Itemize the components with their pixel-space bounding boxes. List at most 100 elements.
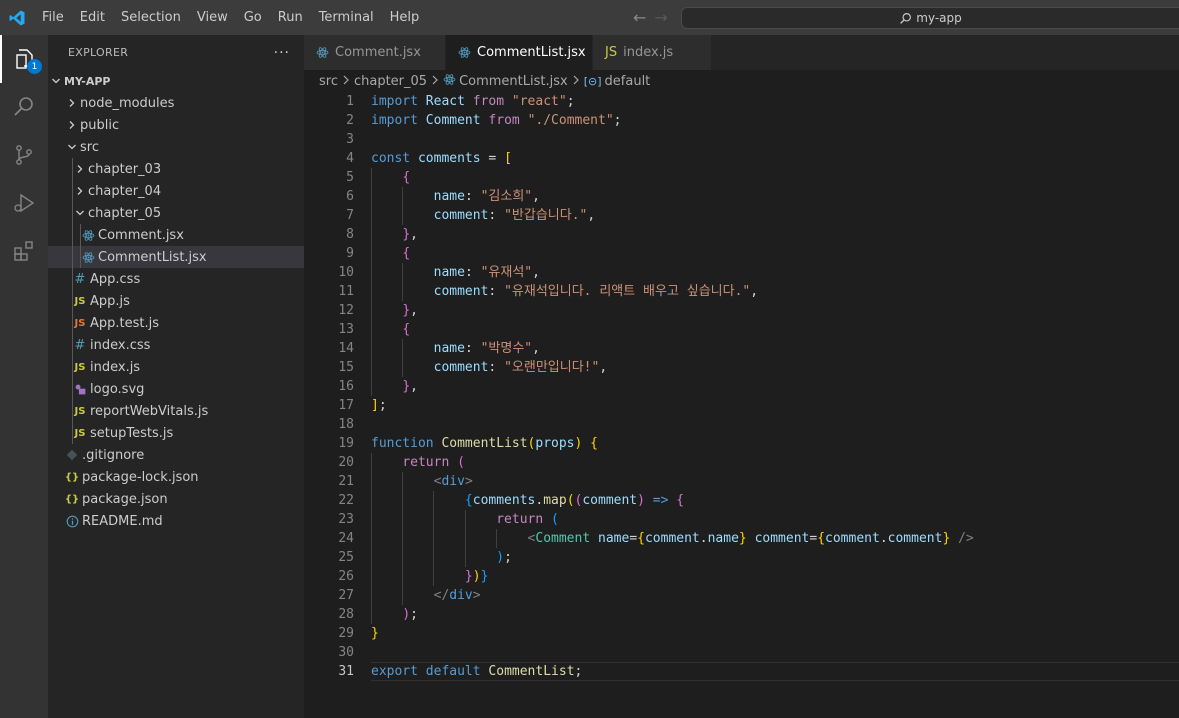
tree-item--gitignore[interactable]: .gitignore — [48, 444, 304, 466]
code-line[interactable]: return ( — [371, 453, 1179, 472]
tree-item-logo-svg[interactable]: logo.svg — [48, 378, 304, 400]
tree-item-reportwebvitals-js[interactable]: JS reportWebVitals.js — [48, 400, 304, 422]
breadcrumb-item[interactable]: src — [319, 74, 338, 89]
tree-item-package-lock-json[interactable]: {} package-lock.json — [48, 466, 304, 488]
code-line[interactable]: comment: "오랜만입니다!", — [371, 358, 1179, 377]
tree-item-node-modules[interactable]: node_modules — [48, 92, 304, 114]
tree-item-chapter-05[interactable]: chapter_05 — [48, 202, 304, 224]
menu-selection[interactable]: Selection — [113, 0, 189, 35]
command-center-search[interactable]: my-app — [681, 7, 1179, 29]
code-line[interactable]: ]; — [371, 396, 1179, 415]
tree-item-commentlist-jsx[interactable]: CommentList.jsx — [48, 246, 304, 268]
chevron-down-icon — [48, 76, 64, 86]
code-line[interactable]: <Comment name={comment.name} comment={co… — [371, 529, 1179, 548]
code-line[interactable]: ); — [371, 605, 1179, 624]
code-token: , — [532, 189, 540, 204]
code-line[interactable]: const comments = [ — [371, 149, 1179, 168]
code-token: ; — [410, 607, 418, 622]
menu-file[interactable]: File — [34, 0, 72, 35]
tree-item-setuptests-js[interactable]: JS setupTests.js — [48, 422, 304, 444]
code-line[interactable]: import React from "react"; — [371, 92, 1179, 111]
breadcrumb-item[interactable]: chapter_05 — [354, 74, 427, 89]
tree-item-src[interactable]: src — [48, 136, 304, 158]
indent-guide — [402, 586, 404, 605]
code-line[interactable]: comment: "반갑습니다.", — [371, 206, 1179, 225]
code-area[interactable]: import React from "react"; import Comment… — [371, 92, 1179, 681]
tree-item-app-test-js[interactable]: JS App.test.js — [48, 312, 304, 334]
code-line[interactable]: name: "박명수", — [371, 339, 1179, 358]
code-line[interactable]: name: "유재석", — [371, 263, 1179, 282]
code-token: { — [402, 170, 411, 185]
code-line[interactable]: comment: "유재석입니다. 리액트 배우고 싶습니다.", — [371, 282, 1179, 301]
tree-item-package-json[interactable]: {} package.json — [48, 488, 304, 510]
tree-item-chapter-04[interactable]: chapter_04 — [48, 180, 304, 202]
indent-guide — [495, 529, 497, 548]
tree-item-label: logo.svg — [90, 381, 145, 397]
code-line[interactable]: } — [371, 624, 1179, 643]
indent-guide — [371, 187, 372, 206]
code-line[interactable]: export default CommentList; — [371, 662, 1179, 681]
code-editor[interactable]: 1 2 3 4 5 6 7 8 9 10 11 12 13 14 15 16 17 18 19 20 21 22 23 24 2… — [304, 92, 1179, 718]
tab-index-js[interactable]: JS index.js — [593, 35, 712, 70]
tab-comment-jsx[interactable]: Comment.jsx — [304, 35, 446, 70]
more-actions-icon[interactable]: ··· — [274, 45, 290, 61]
code-line[interactable]: {comments.map((comment) => { — [371, 491, 1179, 510]
source-control-activity[interactable] — [0, 131, 48, 179]
tree-item-index-js[interactable]: JS index.js — [48, 356, 304, 378]
code-line[interactable]: function CommentList(props) { — [371, 434, 1179, 453]
tree-item-label: chapter_04 — [88, 183, 162, 199]
code-line[interactable]: { — [371, 244, 1179, 263]
breadcrumb-item[interactable]: CommentList.jsx — [459, 74, 568, 89]
line-number: 21 — [338, 474, 354, 489]
code-line[interactable]: import Comment from "./Comment"; — [371, 111, 1179, 130]
tree-item-index-css[interactable]: # index.css — [48, 334, 304, 356]
tree-item-chapter-03[interactable]: chapter_03 — [48, 158, 304, 180]
indent-guide — [402, 491, 404, 510]
code-line[interactable]: }, — [371, 301, 1179, 320]
tree-item-public[interactable]: public — [48, 114, 304, 136]
menu-terminal[interactable]: Terminal — [311, 0, 382, 35]
tree-item-readme-md[interactable]: README.md — [48, 510, 304, 532]
search-activity[interactable] — [0, 83, 48, 131]
indent-guide — [72, 180, 73, 202]
code-token: , — [410, 303, 418, 318]
tree-item-label: chapter_03 — [88, 161, 162, 177]
line-number: 13 — [338, 322, 354, 337]
breadcrumb-item[interactable]: default — [605, 74, 651, 89]
code-line[interactable]: }, — [371, 377, 1179, 396]
code-line[interactable]: <div> — [371, 472, 1179, 491]
code-line[interactable]: name: "김소희", — [371, 187, 1179, 206]
tree-item-app-css[interactable]: # App.css — [48, 268, 304, 290]
code-line[interactable]: ); — [371, 548, 1179, 567]
run-debug-activity[interactable] — [0, 179, 48, 227]
code-line[interactable] — [371, 415, 1179, 434]
menu-view[interactable]: View — [189, 0, 236, 35]
code-line[interactable]: </div> — [371, 586, 1179, 605]
code-line[interactable]: { — [371, 168, 1179, 187]
code-line[interactable]: }, — [371, 225, 1179, 244]
tab-commentlist-jsx[interactable]: CommentList.jsx — [446, 35, 593, 70]
code-token: comments — [472, 493, 536, 508]
chevron-right-icon — [72, 186, 88, 196]
tree-item-comment-jsx[interactable]: Comment.jsx — [48, 224, 304, 246]
back-arrow-icon[interactable]: ← — [633, 8, 646, 27]
extensions-activity[interactable] — [0, 227, 48, 275]
menu-edit[interactable]: Edit — [72, 0, 113, 35]
code-token: > — [472, 588, 481, 603]
explorer-activity[interactable]: 1 — [0, 35, 48, 83]
code-line[interactable] — [371, 643, 1179, 662]
code-line[interactable]: })} — [371, 567, 1179, 586]
code-line[interactable]: return ( — [371, 510, 1179, 529]
forward-arrow-icon[interactable]: → — [654, 8, 667, 27]
menu-help[interactable]: Help — [382, 0, 428, 35]
explorer-root[interactable]: MY-APP — [48, 70, 304, 92]
code-token: = — [629, 531, 638, 546]
menu-run[interactable]: Run — [270, 0, 311, 35]
code-line[interactable]: { — [371, 320, 1179, 339]
menu-go[interactable]: Go — [236, 0, 270, 35]
code-line[interactable] — [371, 130, 1179, 149]
code-token: ; — [566, 94, 575, 109]
tree-item-label: public — [80, 117, 120, 133]
tree-item-app-js[interactable]: JS App.js — [48, 290, 304, 312]
